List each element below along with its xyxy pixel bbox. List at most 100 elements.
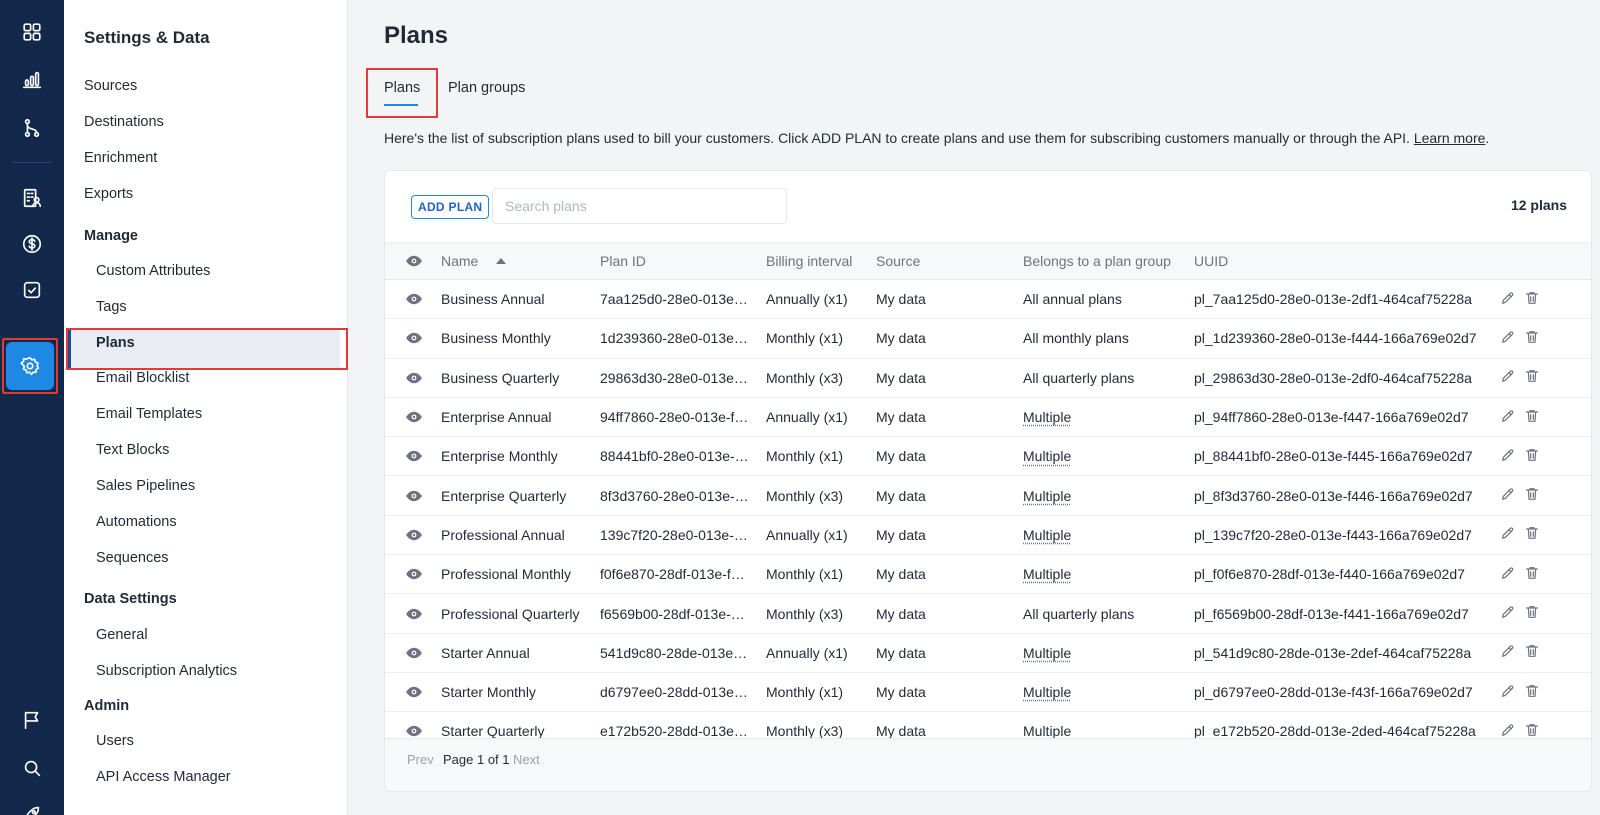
row-visibility-cell[interactable] bbox=[385, 672, 441, 713]
table-row[interactable]: Business Annual 7aa125d0-28e0-013e… Annual… bbox=[385, 279, 1591, 320]
delete-icon[interactable] bbox=[1524, 368, 1540, 387]
row-visibility-cell[interactable] bbox=[385, 633, 441, 673]
tab-plans[interactable]: Plans bbox=[384, 80, 420, 96]
row-visibility-cell[interactable] bbox=[385, 436, 441, 477]
billing-icon[interactable] bbox=[12, 224, 52, 264]
sidebar-item-plans[interactable]: Plans bbox=[96, 335, 135, 351]
row-visibility-cell[interactable] bbox=[385, 358, 441, 398]
plan-group[interactable]: Multiple bbox=[1023, 684, 1071, 700]
plan-group[interactable]: Multiple bbox=[1023, 409, 1071, 425]
plan-name[interactable]: Starter Monthly bbox=[441, 672, 600, 713]
row-visibility-cell[interactable] bbox=[385, 279, 441, 320]
sidebar-item-email-blocklist[interactable]: Email Blocklist bbox=[96, 370, 189, 386]
delete-icon[interactable] bbox=[1524, 525, 1540, 544]
table-row[interactable]: Business Quarterly 29863d30-28e0-013e… Mon… bbox=[385, 358, 1591, 398]
delete-icon[interactable] bbox=[1524, 643, 1540, 662]
row-visibility-cell[interactable] bbox=[385, 397, 441, 438]
sidebar-item-text-blocks[interactable]: Text Blocks bbox=[96, 442, 169, 458]
eye-icon[interactable] bbox=[385, 408, 441, 426]
table-row[interactable]: Enterprise Annual 94ff7860-28e0-013e-f… An… bbox=[385, 397, 1591, 438]
plan-name[interactable]: Enterprise Monthly bbox=[441, 436, 600, 477]
sidebar-item-sources[interactable]: Sources bbox=[84, 78, 137, 94]
sidebar-item-tags[interactable]: Tags bbox=[96, 299, 127, 315]
edit-icon[interactable] bbox=[1500, 290, 1516, 309]
rocket-icon[interactable] bbox=[12, 794, 52, 815]
eye-icon[interactable] bbox=[385, 487, 441, 505]
edit-icon[interactable] bbox=[1500, 604, 1516, 623]
delete-icon[interactable] bbox=[1524, 290, 1540, 309]
pipelines-icon[interactable] bbox=[12, 108, 52, 148]
column-header-name[interactable]: Name bbox=[441, 242, 600, 280]
edit-icon[interactable] bbox=[1500, 368, 1516, 387]
sidebar-item-enrichment[interactable]: Enrichment bbox=[84, 150, 157, 166]
edit-icon[interactable] bbox=[1500, 525, 1516, 544]
eye-icon[interactable] bbox=[385, 565, 441, 583]
table-row[interactable]: Professional Monthly f0f6e870-28df-013e-f… bbox=[385, 554, 1591, 595]
delete-icon[interactable] bbox=[1524, 565, 1540, 584]
edit-icon[interactable] bbox=[1500, 565, 1516, 584]
delete-icon[interactable] bbox=[1524, 329, 1540, 348]
settings-icon[interactable] bbox=[6, 342, 54, 390]
plan-group[interactable]: Multiple bbox=[1023, 645, 1071, 661]
eye-icon[interactable] bbox=[385, 329, 441, 347]
plan-group[interactable]: Multiple bbox=[1023, 723, 1071, 739]
plan-name[interactable]: Professional Quarterly bbox=[441, 593, 600, 634]
edit-icon[interactable] bbox=[1500, 329, 1516, 348]
sidebar-item-users[interactable]: Users bbox=[96, 733, 134, 749]
tab-plan-groups[interactable]: Plan groups bbox=[448, 80, 525, 96]
analytics-icon[interactable] bbox=[12, 60, 52, 100]
plan-name[interactable]: Professional Monthly bbox=[441, 554, 600, 595]
delete-icon[interactable] bbox=[1524, 447, 1540, 466]
edit-icon[interactable] bbox=[1500, 643, 1516, 662]
plan-name[interactable]: Enterprise Quarterly bbox=[441, 475, 600, 516]
table-row[interactable]: Enterprise Monthly 88441bf0-28e0-013e-… Mo… bbox=[385, 436, 1591, 477]
plan-name[interactable]: Business Annual bbox=[441, 279, 600, 320]
row-visibility-cell[interactable] bbox=[385, 593, 441, 634]
plan-name[interactable]: Professional Annual bbox=[441, 515, 600, 556]
edit-icon[interactable] bbox=[1500, 486, 1516, 505]
sidebar-item-general[interactable]: General bbox=[96, 627, 148, 643]
eye-icon[interactable] bbox=[385, 526, 441, 544]
edit-icon[interactable] bbox=[1500, 447, 1516, 466]
sidebar-item-exports[interactable]: Exports bbox=[84, 186, 133, 202]
edit-icon[interactable] bbox=[1500, 408, 1516, 427]
table-row[interactable]: Professional Quarterly f6569b00-28df-013e… bbox=[385, 593, 1591, 634]
sidebar-item-sequences[interactable]: Sequences bbox=[96, 550, 169, 566]
eye-icon[interactable] bbox=[385, 369, 441, 387]
row-visibility-cell[interactable] bbox=[385, 554, 441, 595]
plan-name[interactable]: Business Quarterly bbox=[441, 358, 600, 398]
search-icon[interactable] bbox=[12, 748, 52, 788]
eye-icon[interactable] bbox=[385, 683, 441, 701]
next-page-button[interactable]: Next bbox=[513, 752, 540, 767]
sidebar-item-destinations[interactable]: Destinations bbox=[84, 114, 164, 130]
learn-more-link[interactable]: Learn more bbox=[1414, 130, 1486, 146]
column-header-plan-group[interactable]: Belongs to a plan group bbox=[1023, 242, 1194, 280]
delete-icon[interactable] bbox=[1524, 408, 1540, 427]
table-row[interactable]: Professional Annual 139c7f20-28e0-013e-… A… bbox=[385, 515, 1591, 556]
table-row[interactable]: Starter Annual 541d9c80-28de-013e… Annuall… bbox=[385, 633, 1591, 673]
plan-group[interactable]: Multiple bbox=[1023, 488, 1071, 504]
eye-icon[interactable] bbox=[385, 605, 441, 623]
row-visibility-cell[interactable] bbox=[385, 475, 441, 516]
row-visibility-cell[interactable] bbox=[385, 318, 441, 359]
add-plan-button[interactable]: ADD PLAN bbox=[411, 195, 490, 219]
eye-icon[interactable] bbox=[385, 644, 441, 662]
sidebar-item-sales-pipelines[interactable]: Sales Pipelines bbox=[96, 478, 195, 494]
edit-icon[interactable] bbox=[1500, 683, 1516, 702]
table-row[interactable]: Enterprise Quarterly 8f3d3760-28e0-013e-…… bbox=[385, 475, 1591, 516]
sort-ascending-icon[interactable] bbox=[496, 258, 507, 264]
plan-name[interactable]: Business Monthly bbox=[441, 318, 600, 359]
table-row[interactable]: Business Monthly 1d239360-28e0-013e… Month… bbox=[385, 318, 1591, 359]
delete-icon[interactable] bbox=[1524, 486, 1540, 505]
sidebar-item-automations[interactable]: Automations bbox=[96, 514, 177, 530]
prev-page-button[interactable]: Prev bbox=[407, 752, 434, 767]
sidebar-item-email-templates[interactable]: Email Templates bbox=[96, 406, 202, 422]
column-header-billing-interval[interactable]: Billing interval bbox=[766, 242, 876, 280]
tasks-icon[interactable] bbox=[12, 270, 52, 310]
plan-name[interactable]: Enterprise Annual bbox=[441, 397, 600, 438]
column-header-plan-id[interactable]: Plan ID bbox=[600, 242, 766, 280]
delete-icon[interactable] bbox=[1524, 683, 1540, 702]
eye-icon[interactable] bbox=[385, 447, 441, 465]
sidebar-item-api-access-manager[interactable]: API Access Manager bbox=[96, 769, 231, 785]
eye-icon[interactable] bbox=[385, 290, 441, 308]
